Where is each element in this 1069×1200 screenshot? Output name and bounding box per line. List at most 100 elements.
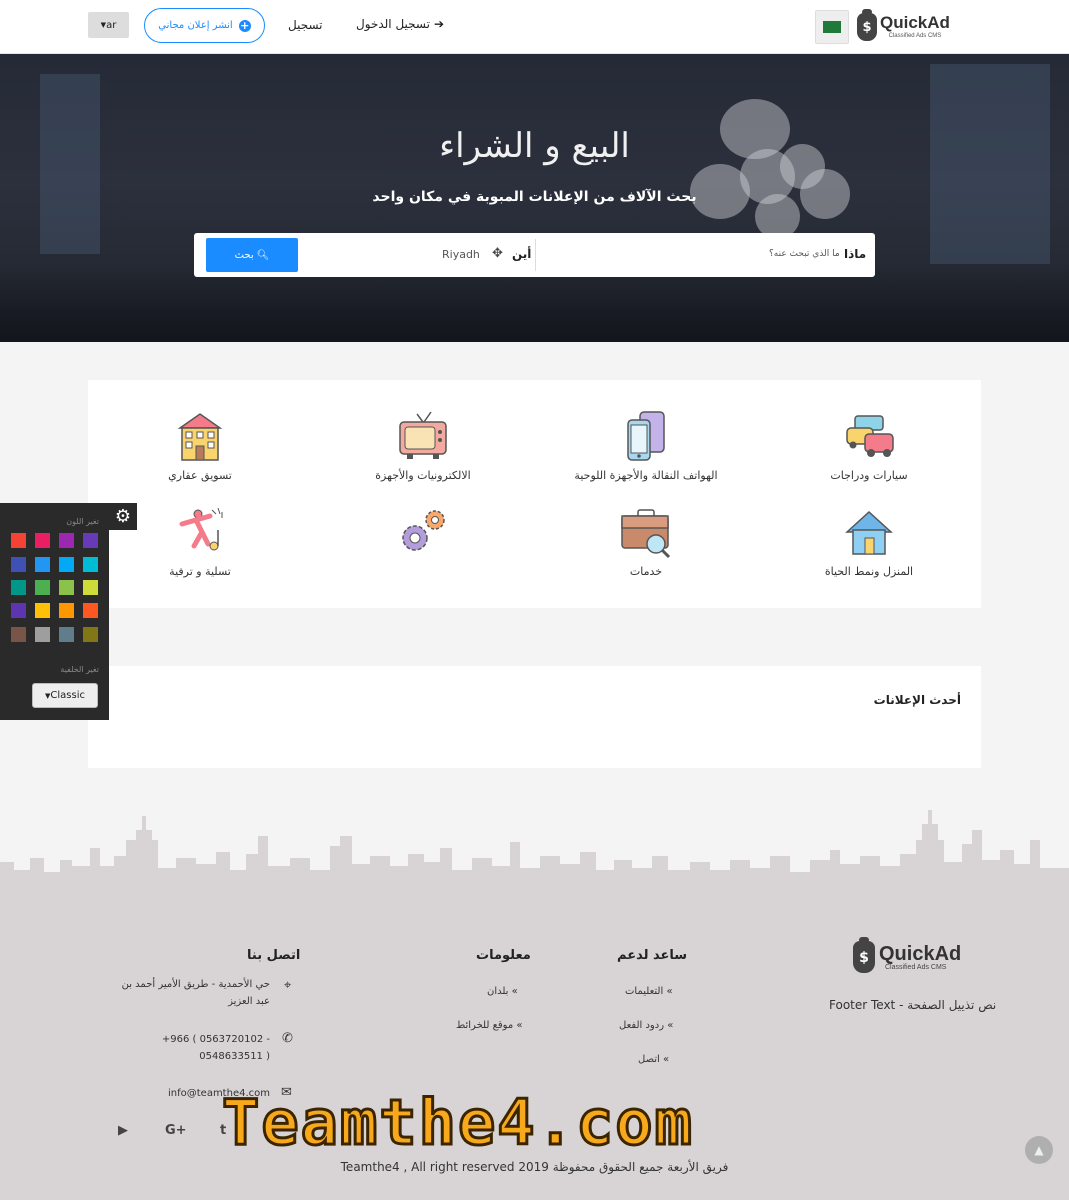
color-swatch[interactable] bbox=[11, 557, 26, 572]
country-flag-button[interactable] bbox=[815, 10, 849, 44]
copyright-text: Teamthe4 , All right reserved 2019 فريق … bbox=[340, 1160, 729, 1174]
color-swatch[interactable] bbox=[35, 580, 50, 595]
angle-double-left-icon: « bbox=[663, 1054, 670, 1065]
saudi-flag-icon bbox=[823, 21, 841, 33]
category-cars[interactable]: سيارات ودراجات bbox=[769, 410, 969, 482]
map-marker-icon: ⌖ bbox=[284, 978, 292, 993]
color-swatch[interactable] bbox=[83, 603, 98, 618]
contact-phone: +966 ( 0563720102 - 0548633511 ) bbox=[161, 1034, 270, 1062]
site-logo[interactable]: $ QuickAd Classified Ads CMS bbox=[857, 9, 950, 44]
location-input[interactable]: Riyadh bbox=[442, 248, 480, 261]
color-swatch[interactable] bbox=[35, 557, 50, 572]
register-link[interactable]: تسجيل bbox=[288, 18, 323, 32]
category-services[interactable]: خدمات bbox=[546, 506, 746, 578]
latest-ads-title: أحدث الإعلانات bbox=[873, 693, 961, 707]
info-link-countries[interactable]: بلدان « bbox=[487, 986, 518, 997]
post-ad-button[interactable]: انشر إعلان مجاني + bbox=[144, 8, 265, 43]
top-navbar: $ QuickAd Classified Ads CMS تسجيل الدخو… bbox=[0, 0, 1069, 54]
gear-icon[interactable]: ⚙ bbox=[109, 503, 137, 530]
money-bag-icon: $ bbox=[857, 9, 877, 41]
color-swatch[interactable] bbox=[35, 627, 50, 642]
info-link-sitemap[interactable]: موقع للخرائط « bbox=[456, 1020, 523, 1031]
tv-icon bbox=[399, 411, 447, 459]
category-label: تسويق عقاري bbox=[168, 469, 232, 482]
color-swatch[interactable] bbox=[59, 627, 74, 642]
contact-address: حي الأحمدية - طريق الأمير أحمد بن عبد ال… bbox=[121, 979, 270, 1007]
category-phones[interactable]: الهواتف النقالة والأجهزة اللوحية bbox=[546, 410, 746, 482]
language-label: ar bbox=[106, 19, 117, 31]
category-label: الالكترونيات والأجهزة bbox=[375, 469, 471, 482]
color-swatch[interactable] bbox=[83, 627, 98, 642]
chevron-up-icon: ▲ bbox=[1034, 1143, 1044, 1157]
login-link[interactable]: تسجيل الدخول ➔ bbox=[356, 17, 444, 31]
youtube-icon[interactable]: ▶ bbox=[118, 1123, 128, 1138]
google-plus-icon[interactable]: G+ bbox=[165, 1123, 187, 1138]
color-swatch[interactable] bbox=[11, 627, 26, 642]
angle-double-left-icon: « bbox=[511, 986, 518, 997]
logo-name: QuickAd bbox=[880, 13, 950, 32]
money-bag-icon: $ bbox=[853, 937, 875, 973]
color-swatch[interactable] bbox=[83, 580, 98, 595]
phone-tablet-icon bbox=[627, 411, 665, 461]
help-link-faq[interactable]: التعليمات « bbox=[625, 986, 673, 997]
search-button[interactable]: بحث 🔍︎ bbox=[206, 238, 298, 272]
latest-ads-section: أحدث الإعلانات bbox=[88, 666, 981, 768]
categories-section: سيارات ودراجات الهواتف النقالة والأجهزة … bbox=[88, 380, 981, 608]
background-select[interactable]: ▼ Classic bbox=[32, 683, 98, 708]
background-value: Classic bbox=[50, 690, 85, 701]
house-icon bbox=[845, 510, 893, 555]
color-swatch[interactable] bbox=[59, 557, 74, 572]
footer-logo[interactable]: $ QuickAd Classified Ads CMS bbox=[853, 937, 961, 973]
category-label: سيارات ودراجات bbox=[830, 469, 908, 482]
help-title: ساعد لدعم bbox=[617, 948, 688, 963]
help-link-contact[interactable]: اتصل « bbox=[638, 1054, 669, 1065]
footer-logo-tagline: Classified Ads CMS bbox=[885, 963, 947, 971]
color-swatch[interactable] bbox=[59, 580, 74, 595]
color-swatch[interactable] bbox=[35, 533, 50, 548]
hero-banner: البيع و الشراء بحث الآلاف من الإعلانات ا… bbox=[0, 54, 1069, 342]
scroll-top-button[interactable]: ▲ bbox=[1025, 1136, 1053, 1164]
hero-title: البيع و الشراء bbox=[439, 126, 630, 166]
footer-text: Footer Text - نص تذييل الصفحة bbox=[829, 998, 997, 1012]
category-real-estate[interactable]: تسويق عقاري bbox=[100, 410, 300, 482]
city-skyline bbox=[0, 810, 1069, 900]
phone-icon: ✆ bbox=[282, 1031, 293, 1046]
color-swatch[interactable] bbox=[35, 603, 50, 618]
logo-tagline: Classified Ads CMS bbox=[888, 33, 942, 39]
watermark-logo: Teamthe4.com bbox=[221, 1085, 694, 1161]
category-label: خدمات bbox=[629, 565, 663, 578]
category-home-lifestyle[interactable]: المنزل ونمط الحياة bbox=[769, 506, 969, 578]
dancer-icon bbox=[179, 507, 223, 551]
color-swatch[interactable] bbox=[11, 603, 26, 618]
color-swatch[interactable] bbox=[83, 533, 98, 548]
login-label: تسجيل الدخول bbox=[356, 17, 430, 31]
post-ad-label: انشر إعلان مجاني bbox=[158, 20, 233, 31]
search-bar: بحث 🔍︎ Riyadh ✥ أين ما الذي تبحث عنه؟ ما… bbox=[194, 233, 875, 277]
category-label: الهواتف النقالة والأجهزة اللوحية bbox=[574, 469, 718, 482]
help-link-feedback[interactable]: ردود الفعل « bbox=[619, 1020, 673, 1031]
color-label: تغير اللون bbox=[66, 517, 99, 526]
sign-in-icon: ➔ bbox=[433, 17, 445, 31]
plus-circle-icon: + bbox=[238, 18, 251, 32]
color-swatch[interactable] bbox=[11, 533, 26, 548]
crosshairs-icon[interactable]: ✥ bbox=[492, 246, 503, 261]
search-button-label: بحث bbox=[234, 249, 254, 261]
color-swatch[interactable] bbox=[59, 603, 74, 618]
color-swatch[interactable] bbox=[59, 533, 74, 548]
footer: $ QuickAd Classified Ads CMS Footer Text… bbox=[0, 898, 1069, 1200]
color-swatch[interactable] bbox=[11, 580, 26, 595]
building-icon bbox=[177, 413, 223, 461]
language-dropdown[interactable]: ▼ ar bbox=[88, 12, 129, 38]
color-switcher-panel: تغير اللون تغير الخلفية ▼ Classic bbox=[0, 503, 109, 720]
color-swatch[interactable] bbox=[83, 557, 98, 572]
contact-title: اتصل بنا bbox=[247, 948, 301, 963]
car-icon bbox=[846, 415, 894, 457]
angle-double-left-icon: « bbox=[667, 1020, 674, 1031]
keyword-input[interactable]: ما الذي تبحث عنه؟ bbox=[769, 249, 840, 259]
hero-subtitle: بحث الآلاف من الإعلانات المبوبة في مكان … bbox=[372, 189, 697, 205]
what-label: ماذا bbox=[844, 247, 867, 261]
category-electronics[interactable]: الالكترونيات والأجهزة bbox=[323, 410, 523, 482]
background-label: تغير الخلفية bbox=[60, 665, 99, 674]
gears-icon bbox=[402, 510, 445, 551]
category-other[interactable] bbox=[323, 506, 523, 565]
